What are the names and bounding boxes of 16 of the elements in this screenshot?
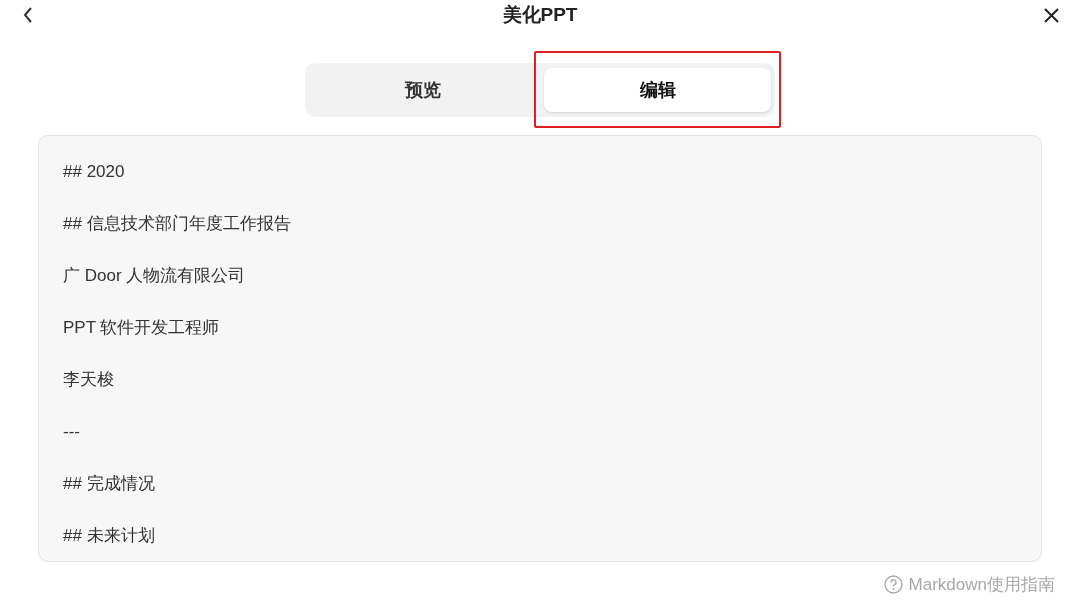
editor-line: --- — [63, 421, 81, 443]
editor-line: ## 未来计划 — [63, 525, 156, 547]
close-button[interactable] — [1042, 5, 1062, 25]
markdown-editor[interactable]: ## 2020 ## 信息技术部门年度工作报告 广 Door 人物流有限公司 PPT 软件开发工程师 李天梭 --- ## 完成情况 ## 未来计划 — [38, 135, 1042, 562]
help-icon — [883, 575, 903, 595]
editor-line: ## 信息技术部门年度工作报告 — [63, 213, 292, 235]
editor-line: PPT 软件开发工程师 — [63, 317, 221, 339]
editor-line: ## 2020 — [63, 161, 126, 183]
window-title: 美化PPT — [502, 2, 578, 27]
tab[interactable]: 编辑 — [544, 68, 771, 112]
editor-line: 广 Door 人物流有限公司 — [63, 265, 247, 287]
editor-line: ## 完成情况 — [63, 473, 156, 495]
close-icon — [1044, 7, 1060, 23]
tab[interactable]: 预览 — [309, 68, 536, 112]
chevron-left-icon — [23, 7, 33, 23]
editor-line: 李天梭 — [63, 369, 115, 391]
